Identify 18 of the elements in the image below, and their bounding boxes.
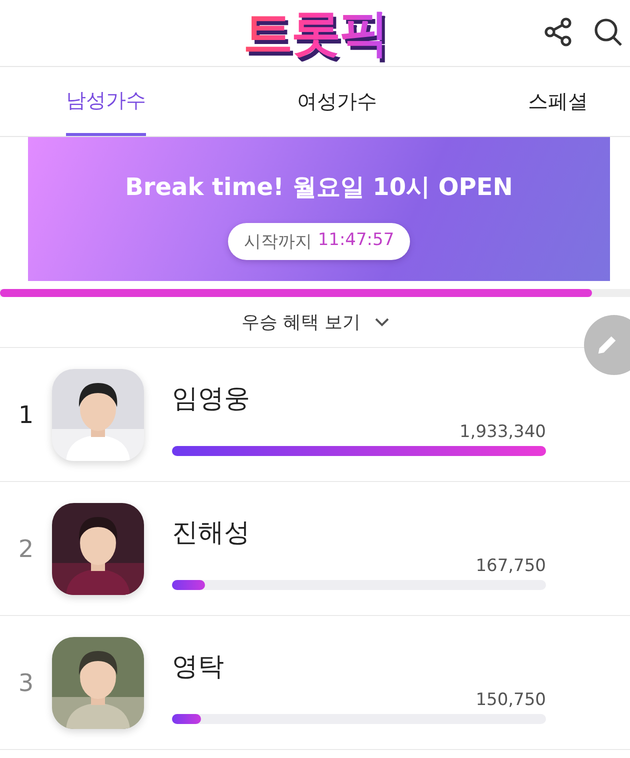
countdown-label: 시작까지 [244,230,312,252]
banner-title: Break time! 월요일 10시 OPEN [125,172,513,202]
rank-number: 3 [17,668,35,696]
vote-count: 1,933,340 [459,422,546,442]
rank-number: 1 [17,400,35,428]
share-icon[interactable] [542,16,574,48]
singer-name: 임영웅 [172,383,251,416]
singer-name: 영탁 [172,651,225,684]
singer-name: 진해성 [172,517,251,550]
vote-count: 167,750 [476,556,546,576]
search-icon[interactable] [592,16,624,48]
chevron-icon [374,318,389,326]
countdown-time: 11:47:57 [318,230,394,252]
benefits-toggle[interactable]: 우승 혜택 보기 [233,306,397,338]
vote-count: 150,750 [476,690,546,710]
tab[interactable]: 스페셜 [528,67,588,136]
tab[interactable]: 여성가수 [297,67,377,136]
rank-number: 2 [17,534,35,562]
